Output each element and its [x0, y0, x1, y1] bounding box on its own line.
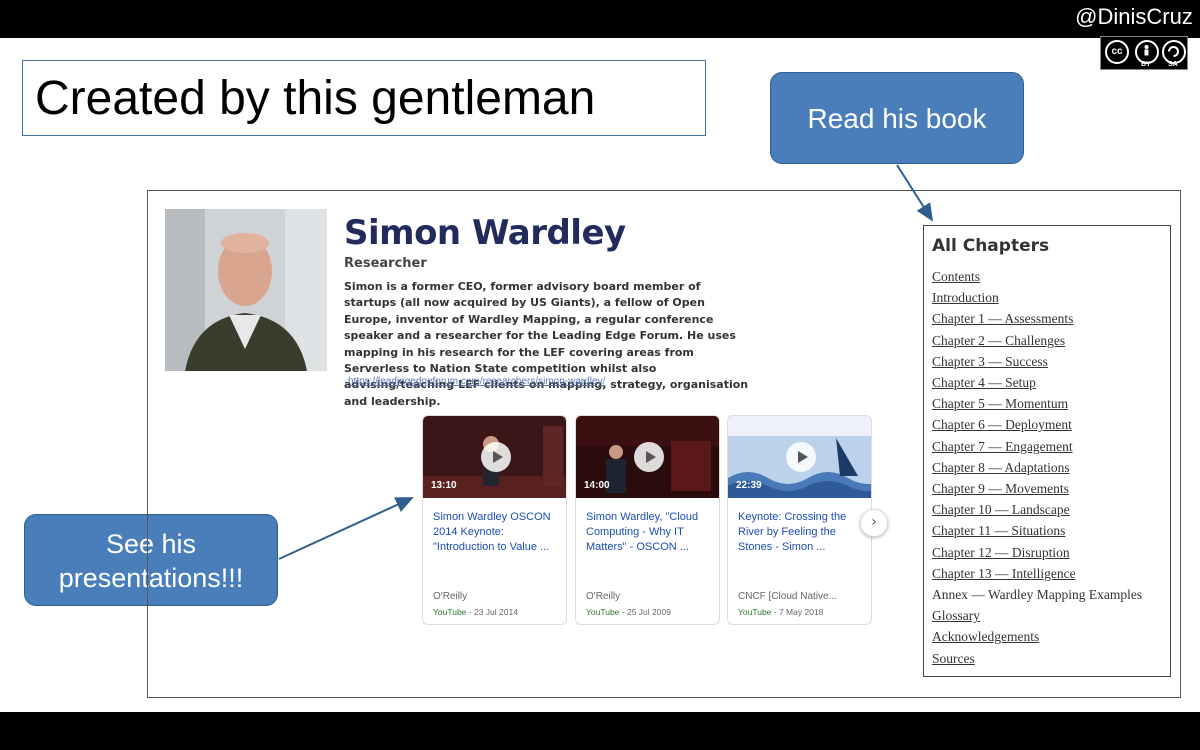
book-arrow: [896, 164, 934, 222]
twitter-handle: @DinisCruz: [1068, 0, 1200, 34]
presentations-arrow: [278, 497, 414, 560]
slide: Created by this gentleman @DinisCruz cc …: [0, 0, 1200, 712]
callout-arrows: [278, 164, 934, 560]
